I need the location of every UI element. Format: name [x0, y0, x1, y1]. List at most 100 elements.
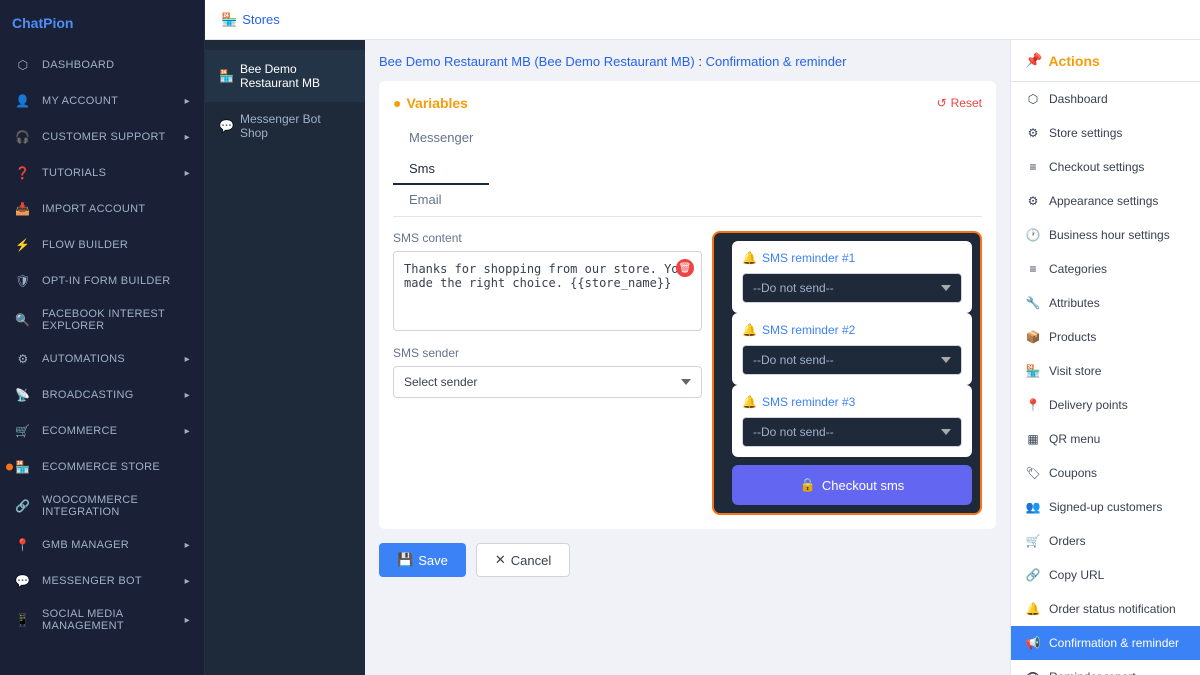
action-item-orders[interactable]: 🛒 Orders	[1011, 524, 1200, 558]
action-icon-checkout-settings: ≡	[1025, 159, 1041, 175]
action-icon-attributes: 🔧	[1025, 295, 1041, 311]
action-label-store-settings: Store settings	[1049, 126, 1122, 140]
tab-messenger[interactable]: Messenger	[393, 123, 489, 154]
action-icon-business-hours: 🕐	[1025, 227, 1041, 243]
variables-section: ● Variables ↺ Reset MessengerSmsEmail SM…	[379, 81, 996, 529]
sms-content-label: SMS content	[393, 231, 702, 245]
action-item-reminder-report[interactable]: 👁 Reminder report	[1011, 660, 1200, 675]
stores-link[interactable]: 🏪 Stores	[221, 12, 280, 28]
action-item-qr-menu[interactable]: ▦ QR menu	[1011, 422, 1200, 456]
action-item-signed-customers[interactable]: 👥 Signed-up customers	[1011, 490, 1200, 524]
chevron-icon: ▸	[185, 540, 190, 551]
center-panel: Bee Demo Restaurant MB (Bee Demo Restaur…	[365, 40, 1010, 675]
stores-label-text: Stores	[242, 12, 280, 27]
action-item-categories[interactable]: ≡ Categories	[1011, 252, 1200, 286]
sidebar-item-ecommerce[interactable]: 🛒 ECOMMERCE ▸	[0, 413, 204, 449]
action-item-store-settings[interactable]: ⚙ Store settings	[1011, 116, 1200, 150]
sidebar-item-gmb-manager[interactable]: 📍 GMB MANAGER ▸	[0, 527, 204, 563]
variables-title-text: Variables	[406, 95, 468, 111]
sidebar-label-broadcasting: BROADCASTING	[42, 389, 134, 401]
sidebar-icon-flow-builder: ⚡	[14, 236, 32, 254]
reminder-select-reminder3[interactable]: --Do not send--	[742, 417, 962, 447]
reminder-select-reminder2[interactable]: --Do not send--	[742, 345, 962, 375]
sidebar-logo: ChatPion	[0, 0, 204, 47]
action-label-visit-store: Visit store	[1049, 364, 1101, 378]
sms-sender-label: SMS sender	[393, 346, 702, 360]
svg-text:ChatPion: ChatPion	[12, 15, 73, 31]
sms-content-textarea[interactable]	[393, 251, 702, 331]
save-button[interactable]: 💾 Save	[379, 543, 466, 577]
actions-header: 📌 Actions	[1011, 40, 1200, 82]
action-label-attributes: Attributes	[1049, 296, 1100, 310]
chevron-icon: ▸	[185, 96, 190, 107]
sidebar-icon-automations: ⚙	[14, 350, 32, 368]
sidebar-label-messenger-bot: MESSENGER BOT	[42, 575, 142, 587]
messenger-shop-label: Messenger Bot Shop	[240, 112, 351, 140]
reset-button[interactable]: ↺ Reset	[937, 96, 982, 110]
action-icon-signed-customers: 👥	[1025, 499, 1041, 515]
chevron-icon: ▸	[185, 615, 190, 626]
sidebar-item-dashboard[interactable]: ⬡ DASHBOARD	[0, 47, 204, 83]
sidebar-label-automations: AUTOMATIONS	[42, 353, 125, 365]
store-icon: 🏪	[221, 12, 237, 28]
reminder-title-text-reminder1: SMS reminder #1	[762, 251, 855, 265]
save-icon: 💾	[397, 552, 413, 568]
chevron-icon: ▸	[185, 426, 190, 437]
reminder-title-reminder1: 🔔 SMS reminder #1	[742, 251, 962, 265]
checkout-sms-button[interactable]: 🔒 Checkout sms	[732, 465, 972, 505]
actions-icon: 📌	[1025, 52, 1042, 69]
sidebar-item-social-media[interactable]: 📱 SOCIAL MEDIA MANAGEMENT ▸	[0, 599, 204, 641]
sms-left-column: SMS content 🗑 SMS sender Select sender	[393, 231, 702, 515]
chevron-icon: ▸	[185, 576, 190, 587]
sidebar-item-woocommerce[interactable]: 🔗 WOOCOMMERCE INTEGRATION	[0, 485, 204, 527]
sidebar-item-automations[interactable]: ⚙ AUTOMATIONS ▸	[0, 341, 204, 377]
reminder-select-reminder1[interactable]: --Do not send--	[742, 273, 962, 303]
variables-dot-icon: ●	[393, 95, 401, 111]
action-item-products[interactable]: 📦 Products	[1011, 320, 1200, 354]
action-item-checkout-settings[interactable]: ≡ Checkout settings	[1011, 150, 1200, 184]
cancel-button[interactable]: ✕ Cancel	[476, 543, 570, 577]
action-item-business-hours[interactable]: 🕐 Business hour settings	[1011, 218, 1200, 252]
action-item-delivery-points[interactable]: 📍 Delivery points	[1011, 388, 1200, 422]
delete-icon[interactable]: 🗑	[676, 259, 694, 277]
breadcrumb-store[interactable]: Bee Demo Restaurant MB (Bee Demo Restaur…	[379, 54, 695, 69]
sidebar-label-flow-builder: FLOW BUILDER	[42, 239, 128, 251]
save-label: Save	[418, 553, 448, 568]
sidebar-item-tutorials[interactable]: ❓ TUTORIALS ▸	[0, 155, 204, 191]
action-item-order-status[interactable]: 🔔 Order status notification	[1011, 592, 1200, 626]
sidebar-item-facebook-interest[interactable]: 🔍 FACEBOOK INTEREST EXPLORER	[0, 299, 204, 341]
action-item-confirmation-reminder[interactable]: 📢 Confirmation & reminder	[1011, 626, 1200, 660]
messenger-bot-shop[interactable]: 💬 Messenger Bot Shop	[205, 102, 365, 150]
action-item-appearance-settings[interactable]: ⚙ Appearance settings	[1011, 184, 1200, 218]
bell-icon: 🔔	[742, 323, 757, 337]
sms-sender-select[interactable]: Select sender	[393, 366, 702, 398]
action-item-visit-store[interactable]: 🏪 Visit store	[1011, 354, 1200, 388]
sidebar-item-my-account[interactable]: 👤 MY ACCOUNT ▸	[0, 83, 204, 119]
sidebar-icon-broadcasting: 📡	[14, 386, 32, 404]
reminder-box-reminder1: 🔔 SMS reminder #1 --Do not send--	[732, 241, 972, 313]
sidebar-label-dashboard: DASHBOARD	[42, 59, 114, 71]
sidebar-item-optin-form-builder[interactable]: 🛡 OPT-IN FORM BUILDER	[0, 263, 204, 299]
bell-icon: 🔔	[742, 251, 757, 265]
reminder-box-reminder3: 🔔 SMS reminder #3 --Do not send--	[732, 385, 972, 457]
sms-content-row: SMS content 🗑 SMS sender Select sender	[393, 231, 982, 515]
store-item[interactable]: 🏪 Bee Demo Restaurant MB	[205, 50, 365, 102]
action-icon-products: 📦	[1025, 329, 1041, 345]
action-icon-coupons: 🏷	[1025, 465, 1041, 481]
sidebar-item-customer-support[interactable]: 🎧 CUSTOMER SUPPORT ▸	[0, 119, 204, 155]
sidebar-item-flow-builder[interactable]: ⚡ FLOW BUILDER	[0, 227, 204, 263]
sidebar-item-import-account[interactable]: 📥 IMPORT ACCOUNT	[0, 191, 204, 227]
sidebar-item-ecommerce-store[interactable]: 🏪 ECOMMERCE STORE	[0, 449, 204, 485]
action-icon-orders: 🛒	[1025, 533, 1041, 549]
action-item-dashboard[interactable]: ⬡ Dashboard	[1011, 82, 1200, 116]
action-label-confirmation-reminder: Confirmation & reminder	[1049, 636, 1179, 650]
sidebar-item-broadcasting[interactable]: 📡 BROADCASTING ▸	[0, 377, 204, 413]
tab-sms[interactable]: Sms	[393, 154, 489, 185]
action-item-copy-url[interactable]: 🔗 Copy URL	[1011, 558, 1200, 592]
tab-email[interactable]: Email	[393, 185, 489, 216]
sidebar-item-messenger-bot[interactable]: 💬 MESSENGER BOT ▸	[0, 563, 204, 599]
chevron-icon: ▸	[185, 168, 190, 179]
action-item-attributes[interactable]: 🔧 Attributes	[1011, 286, 1200, 320]
action-icon-order-status: 🔔	[1025, 601, 1041, 617]
action-item-coupons[interactable]: 🏷 Coupons	[1011, 456, 1200, 490]
